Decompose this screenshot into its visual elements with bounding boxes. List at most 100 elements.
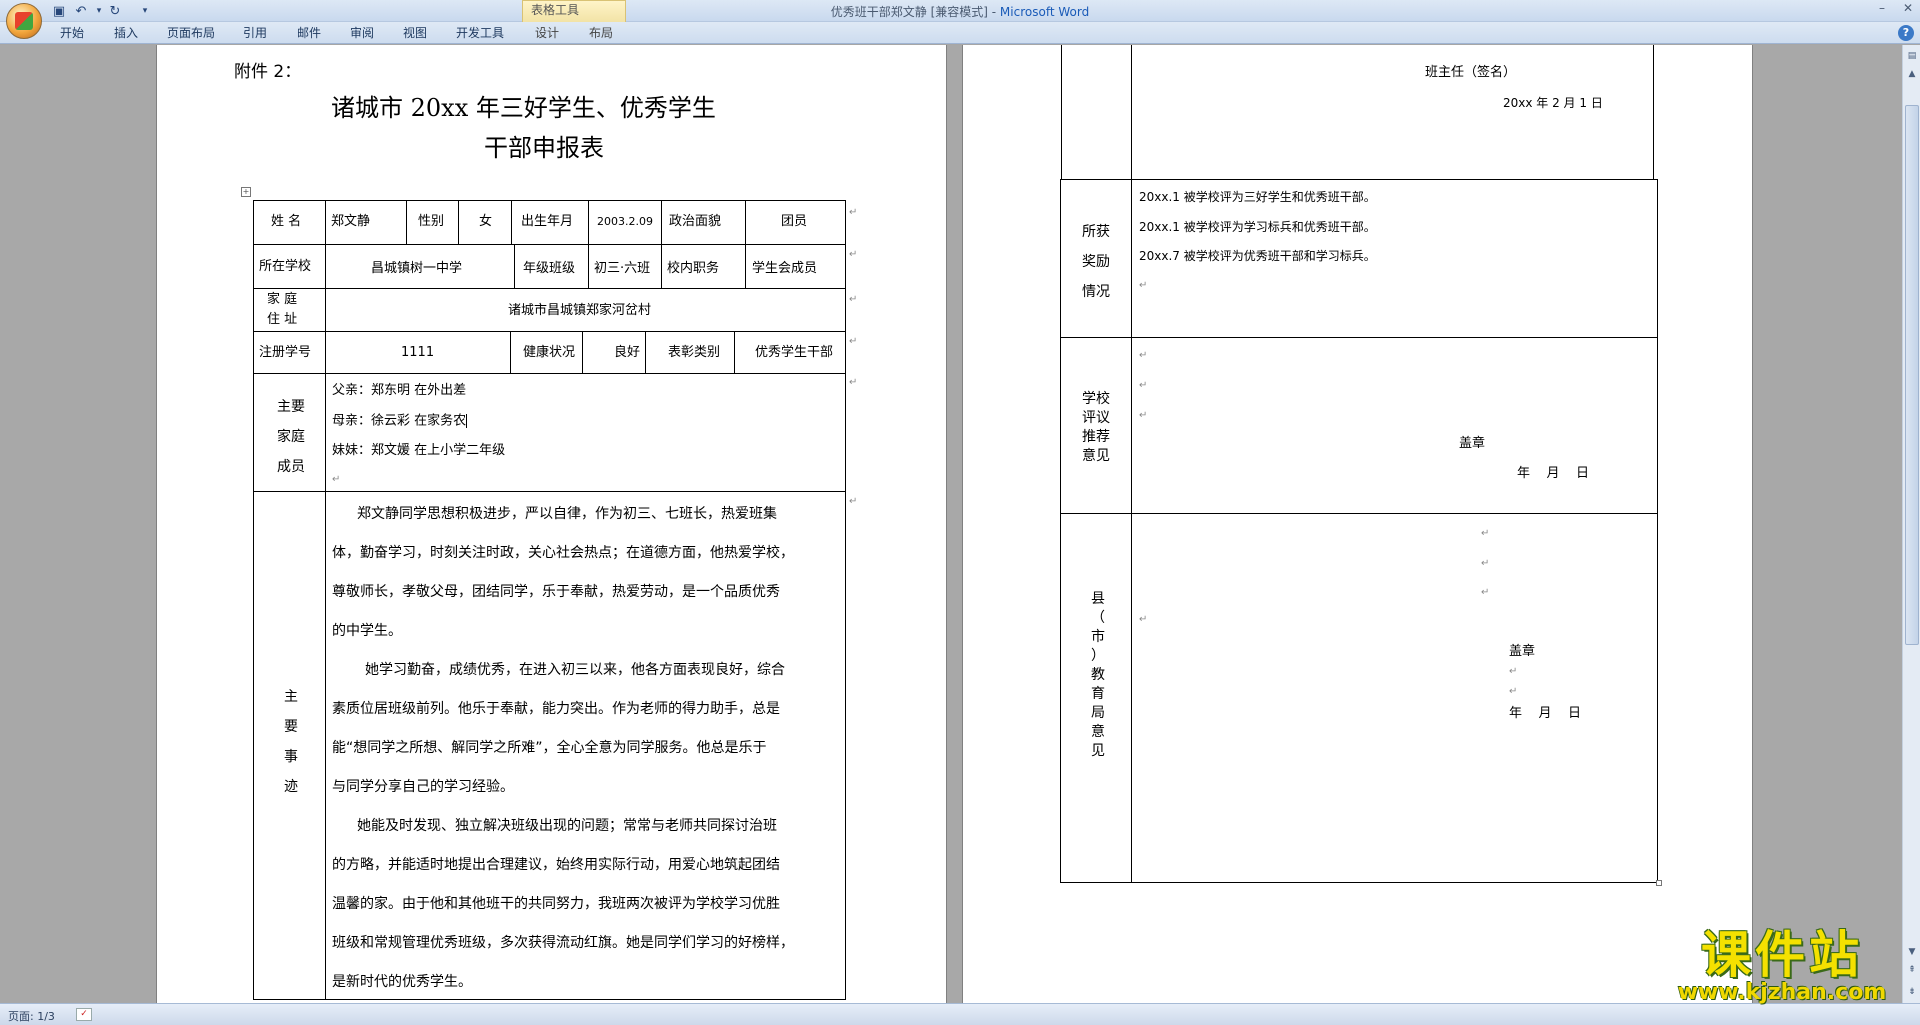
close-button[interactable]: ✕ — [1894, 0, 1920, 18]
family-member[interactable]: 妹妹：郑文媛 在上小学二年级 — [332, 444, 505, 457]
political-value[interactable]: 团员 — [781, 215, 807, 228]
table-move-handle[interactable]: + — [241, 187, 251, 197]
redo-icon[interactable]: ↻ — [106, 3, 124, 19]
previous-page-icon[interactable]: ⇞ — [1905, 963, 1919, 977]
attachment-label: 附件 2： — [234, 62, 302, 82]
teacher-sign-date[interactable]: 20xx 年 2 月 1 日 — [1503, 97, 1603, 109]
reg-label: 注册学号 — [259, 345, 312, 360]
paragraph-mark: ↵ — [849, 294, 858, 305]
tab-home[interactable]: 开始 — [60, 25, 84, 42]
family-label: 主要 家庭 成员 — [275, 397, 307, 487]
deeds-line[interactable]: 班级和常规管理优秀班级，多次获得流动红旗。她是同学们学习的好榜样， — [332, 936, 794, 950]
tab-page-layout[interactable]: 页面布局 — [167, 25, 215, 42]
row-divider — [1060, 513, 1658, 514]
deeds-line[interactable]: 郑文静同学思想积极进步，严以自律，作为初三、七班长，热爱班集 — [357, 507, 777, 521]
undo-icon[interactable]: ↶ — [72, 3, 90, 19]
deeds-line[interactable]: 与同学分享自己的学习经验。 — [332, 780, 514, 794]
deeds-line[interactable]: 的方略，并能适时地提出合理建议，始终用实际行动，用爱心地筑起团结 — [332, 858, 780, 872]
tab-layout[interactable]: 布局 — [589, 25, 613, 42]
duty-value[interactable]: 学生会成员 — [752, 262, 817, 275]
paragraph-mark: ↵ — [849, 336, 858, 347]
deeds-line[interactable]: 的中学生。 — [332, 624, 402, 638]
window-title: 优秀班干部郑文静 [兼容模式] - Microsoft Word — [0, 3, 1920, 20]
table-border-left — [1060, 179, 1061, 883]
office-button[interactable] — [6, 3, 42, 39]
status-bar: 页面: 1/3 ✓ — [0, 1003, 1920, 1025]
paragraph-mark: ↵ — [849, 207, 858, 218]
form-title-line-2: 干部申报表 — [484, 134, 604, 162]
birth-label: 出生年月 — [521, 214, 574, 229]
col-divider — [1131, 45, 1132, 180]
paragraph-mark: ↵ — [1139, 380, 1148, 391]
minimize-button[interactable]: – — [1868, 0, 1896, 18]
col-divider — [1131, 179, 1132, 883]
label-char: 市 — [1091, 629, 1105, 645]
paragraph-mark: ↵ — [1139, 350, 1148, 361]
label-char: 意见 — [1082, 448, 1110, 464]
deeds-line[interactable]: 她能及时发现、独立解决班级出现的问题；常常与老师共同探讨治班 — [357, 819, 777, 833]
address-value[interactable]: 诸城市昌城镇郑家河岔村 — [508, 304, 651, 317]
ruler-toggle-icon[interactable]: ▤ — [1905, 49, 1919, 63]
vertical-scrollbar[interactable]: ▤ ▲ ▼ ⇞ ⇟ — [1902, 45, 1920, 1003]
family-member[interactable]: 母亲：徐云彩 在家务农 — [332, 414, 468, 428]
school-value[interactable]: 昌城镇树一中学 — [371, 262, 462, 275]
office-logo-icon — [15, 12, 33, 30]
scroll-down-icon[interactable]: ▼ — [1905, 945, 1919, 959]
class-value[interactable]: 初三·六班 — [594, 262, 650, 275]
tab-view[interactable]: 视图 — [403, 25, 427, 42]
deeds-line[interactable]: 她学习勤奋，成绩优秀，在进入初三以来，他各方面表现良好，综合 — [365, 663, 785, 677]
tab-developer[interactable]: 开发工具 — [456, 25, 504, 42]
next-page-icon[interactable]: ⇟ — [1905, 985, 1919, 999]
family-member[interactable]: 父亲：郑东明 在外出差 — [332, 384, 466, 397]
award-type-value[interactable]: 优秀学生干部 — [755, 346, 833, 359]
row-divider — [253, 373, 845, 374]
school-opinion-label: 学校 评议 推荐 意见 — [1076, 389, 1116, 465]
award-item[interactable]: 20xx.7 被学校评为优秀班干部和学习标兵。 — [1139, 250, 1376, 262]
deeds-line[interactable]: 是新时代的优秀学生。 — [332, 975, 472, 989]
customize-quick-access-icon[interactable]: ▾ — [136, 3, 154, 19]
tab-review[interactable]: 审阅 — [350, 25, 374, 42]
label-char: 推荐 — [1082, 429, 1110, 445]
name-value[interactable]: 郑文静 — [331, 215, 370, 228]
gender-value[interactable]: 女 — [479, 215, 492, 228]
label-char: 成员 — [277, 459, 305, 475]
help-icon[interactable]: ? — [1898, 25, 1914, 41]
table-resize-handle[interactable] — [1656, 880, 1662, 886]
award-item[interactable]: 20xx.1 被学校评为三好学生和优秀班干部。 — [1139, 191, 1376, 203]
page-indicator[interactable]: 页面: 1/3 — [8, 1008, 55, 1024]
table-border-right — [1653, 45, 1654, 180]
deeds-line[interactable]: 体，勤奋学习，时刻关注时政，关心社会热点；在道德方面，他热爱学校， — [332, 546, 794, 560]
col-divider — [582, 331, 583, 373]
reg-value[interactable]: 1111 — [401, 346, 434, 359]
row-divider — [253, 288, 845, 289]
proofing-icon[interactable]: ✓ — [76, 1008, 92, 1021]
watermark-logo: 课件站 www.kjzhan.com — [1664, 928, 1900, 1004]
table-border-bottom — [253, 999, 845, 1000]
paragraph-mark: ↵ — [1139, 614, 1148, 625]
save-icon[interactable]: ▣ — [50, 3, 68, 19]
tab-references[interactable]: 引用 — [243, 25, 267, 42]
col-divider — [745, 200, 746, 288]
paragraph-mark: ↵ — [849, 496, 858, 507]
award-item[interactable]: 20xx.1 被学校评为学习标兵和优秀班干部。 — [1139, 221, 1376, 233]
tab-mailings[interactable]: 邮件 — [297, 25, 321, 42]
document-area[interactable]: 附件 2： 诸城市 20xx 年三好学生、优秀学生 干部申报表 + 姓 名 郑文… — [0, 45, 1902, 1003]
health-label: 健康状况 — [523, 345, 576, 360]
deeds-line[interactable]: 尊敬师长，孝敬父母，团结同学，乐于奉献，热爱劳动，是一个品质优秀 — [332, 585, 780, 599]
col-divider — [514, 244, 515, 288]
scrollbar-thumb[interactable] — [1905, 105, 1919, 645]
label-char: 奖励 — [1082, 254, 1110, 270]
paragraph-mark: ↵ — [1481, 587, 1490, 598]
col-divider — [458, 200, 459, 244]
deeds-line[interactable]: 能“想同学之所想、解同学之所难”，全心全意为同学服务。他总是乐于 — [332, 741, 767, 755]
school-opinion-date[interactable]: 年 月 日 — [1517, 467, 1589, 480]
table-border-left — [253, 200, 254, 1000]
tab-design[interactable]: 设计 — [535, 25, 559, 42]
county-opinion-date[interactable]: 年 月 日 — [1509, 707, 1581, 720]
deeds-line[interactable]: 素质位居班级前列。他乐于奉献，能力突出。作为老师的得力助手，总是 — [332, 702, 780, 716]
scroll-up-icon[interactable]: ▲ — [1905, 67, 1919, 81]
tab-insert[interactable]: 插入 — [114, 25, 138, 42]
deeds-line[interactable]: 温馨的家。由于他和其他班干的共同努力，我班两次被评为学校学习优胜 — [332, 897, 780, 911]
birth-value[interactable]: 2003.2.09 — [597, 216, 653, 227]
health-value[interactable]: 良好 — [614, 346, 640, 359]
